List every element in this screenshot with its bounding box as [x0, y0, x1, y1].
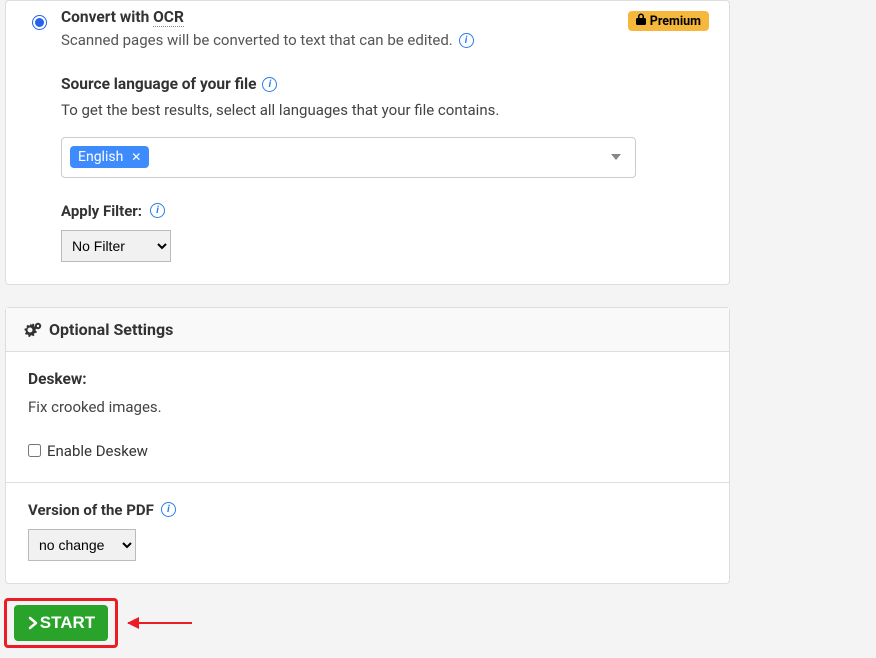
- enable-deskew-row[interactable]: Enable Deskew: [28, 442, 707, 460]
- source-language-title: Source language of your file i: [61, 75, 709, 93]
- chevron-down-icon: [611, 154, 621, 160]
- start-highlight-frame: START: [4, 598, 118, 648]
- pdf-version-label: Version of the PDF i: [28, 501, 176, 519]
- gears-icon: [24, 322, 41, 337]
- source-language-desc: To get the best results, select all lang…: [61, 101, 709, 119]
- deskew-label: Deskew:: [28, 370, 707, 388]
- annotation-arrow: [128, 622, 192, 624]
- deskew-desc: Fix crooked images.: [28, 398, 707, 416]
- optional-settings-header: Optional Settings: [6, 308, 729, 352]
- info-icon[interactable]: i: [262, 77, 277, 92]
- info-icon[interactable]: i: [150, 203, 165, 218]
- lock-icon: [636, 13, 646, 29]
- enable-deskew-checkbox[interactable]: [28, 444, 41, 457]
- language-select[interactable]: English ✕: [61, 137, 636, 178]
- ocr-option-title: Convert with OCR: [61, 7, 709, 29]
- filter-select[interactable]: No Filter: [61, 230, 171, 262]
- enable-deskew-label: Enable Deskew: [47, 442, 148, 460]
- info-icon[interactable]: i: [459, 33, 474, 48]
- convert-ocr-radio[interactable]: [32, 15, 47, 30]
- language-tag: English ✕: [70, 146, 149, 168]
- premium-label: Premium: [650, 14, 701, 29]
- start-button-label: START: [40, 613, 95, 633]
- apply-filter-label: Apply Filter:: [61, 202, 142, 220]
- chevron-right-icon: [27, 616, 38, 630]
- ocr-option-desc: Scanned pages will be converted to text …: [61, 31, 709, 49]
- optional-settings-title: Optional Settings: [49, 320, 173, 339]
- premium-badge: Premium: [628, 11, 709, 31]
- info-icon[interactable]: i: [161, 502, 176, 517]
- start-button[interactable]: START: [14, 605, 108, 641]
- language-tag-label: English: [78, 149, 123, 165]
- remove-language-icon[interactable]: ✕: [131, 150, 141, 164]
- pdf-version-select[interactable]: no change: [28, 529, 136, 561]
